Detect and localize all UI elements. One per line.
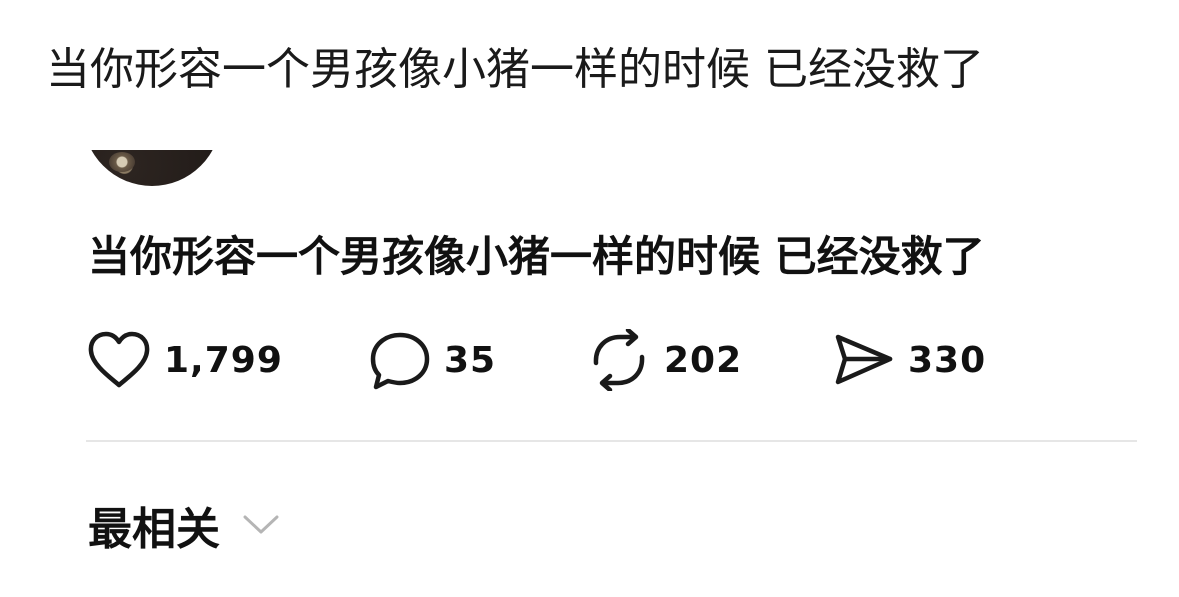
action-bar: 1,799 35 202 330 xyxy=(86,328,1026,392)
repost-button[interactable]: 202 xyxy=(586,328,742,392)
share-count: 330 xyxy=(908,339,987,381)
like-count: 1,799 xyxy=(164,339,283,381)
repost-count: 202 xyxy=(664,339,743,381)
heart-icon xyxy=(86,329,152,391)
avatar-image xyxy=(83,150,221,186)
avatar-detail xyxy=(109,152,135,172)
share-button[interactable]: 330 xyxy=(832,328,986,392)
sort-dropdown[interactable]: 最相关 xyxy=(88,490,280,560)
repost-icon xyxy=(586,329,652,391)
divider xyxy=(86,440,1137,442)
paper-plane-icon xyxy=(832,329,896,391)
like-button[interactable]: 1,799 xyxy=(86,328,283,392)
speech-bubble-icon xyxy=(368,329,432,391)
avatar[interactable] xyxy=(83,150,221,186)
comment-button[interactable]: 35 xyxy=(368,328,496,392)
comment-count: 35 xyxy=(444,339,497,381)
page-caption: 当你形容一个男孩像小猪一样的时候 已经没救了 xyxy=(46,44,984,95)
chevron-down-icon xyxy=(220,513,280,537)
post-text: 当你形容一个男孩像小猪一样的时候 已经没救了 xyxy=(88,232,985,281)
sort-label: 最相关 xyxy=(88,504,220,555)
